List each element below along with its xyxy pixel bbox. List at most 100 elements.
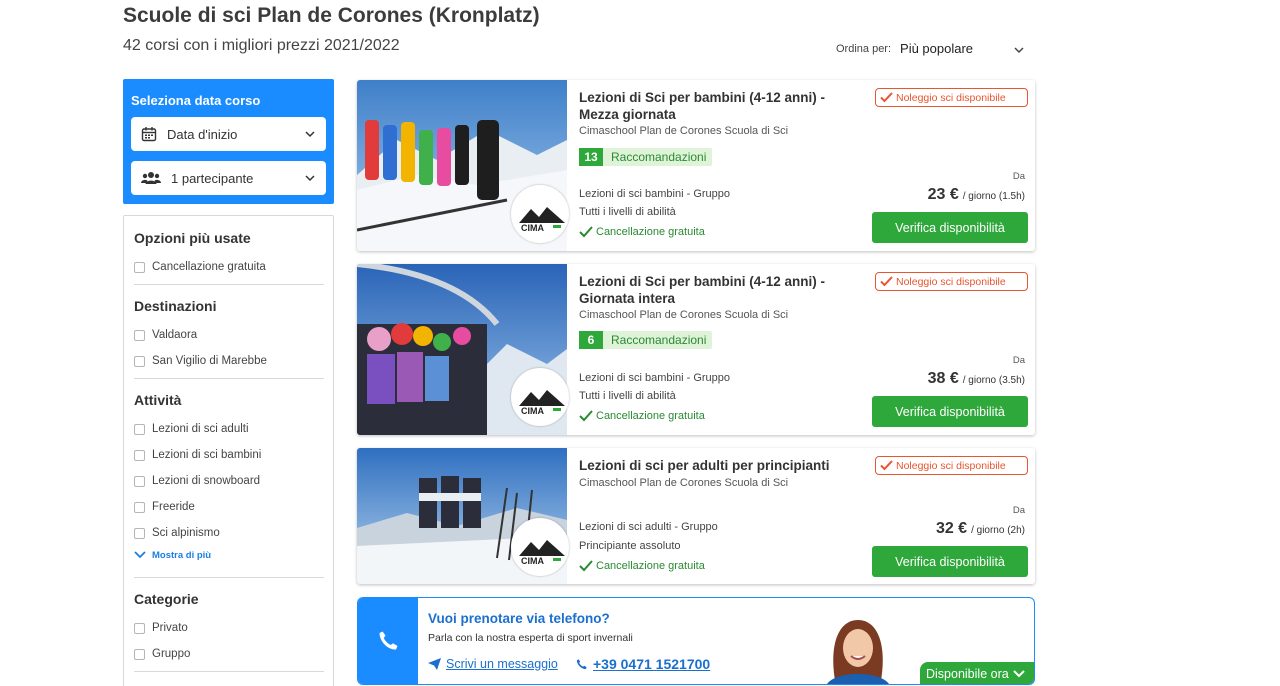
- filter-group-popular: Opzioni più usate Cancellazione gratuita: [134, 230, 324, 280]
- ski-rental-badge: Noleggio sci disponibile: [875, 456, 1028, 475]
- price-amount: 38 €: [927, 370, 959, 387]
- course-title[interactable]: Lezioni di Sci per bambini (4-12 anni) -…: [579, 273, 859, 307]
- checkbox[interactable]: [134, 449, 145, 461]
- price: 23 € / giorno (1.5h): [928, 186, 1025, 204]
- ski-rental-label: Noleggio sci disponibile: [896, 459, 1006, 472]
- recommendations-count: 6: [579, 331, 603, 349]
- chevron-down-icon: [1014, 47, 1024, 54]
- price-unit: / giorno (2h): [971, 525, 1025, 536]
- filter-option-ski-touring[interactable]: Sci alpinismo: [134, 520, 324, 546]
- filter-option-snowboard[interactable]: Lezioni di snowboard: [134, 468, 324, 494]
- filter-option-san-vigilio[interactable]: San Vigilio di Marebbe: [134, 348, 324, 374]
- checkbox[interactable]: [134, 501, 145, 513]
- sort-dropdown[interactable]: Ordina per: Più popolare: [836, 41, 1024, 56]
- filter-option-label: Privato: [152, 622, 188, 634]
- price: 32 € / giorno (2h): [936, 520, 1025, 538]
- recommendations-count: 13: [579, 148, 603, 166]
- free-cancellation: Cancellazione gratuita: [579, 410, 705, 422]
- check-icon: [579, 410, 593, 422]
- send-icon: [428, 658, 441, 670]
- participants-label: 1 partecipante: [171, 170, 254, 186]
- filter-option-label: Lezioni di sci bambini: [152, 449, 262, 461]
- filter-group-destinations: Destinazioni Valdaora San Vigilio di Mar…: [134, 298, 324, 374]
- checkbox[interactable]: [134, 423, 145, 435]
- provider-logo: CIMA: [511, 518, 569, 576]
- course-type: Lezioni di sci bambini - Gruppo: [579, 188, 731, 200]
- sort-label: Ordina per:: [836, 42, 892, 55]
- show-more-label: Mostra di più: [152, 549, 212, 561]
- check-availability-button[interactable]: Verifica disponibilità: [872, 212, 1028, 243]
- filter-option-label: Gruppo: [152, 648, 191, 660]
- filter-title: Destinazioni: [134, 298, 217, 314]
- checkbox[interactable]: [134, 261, 145, 273]
- participants-select[interactable]: 1 partecipante: [131, 161, 326, 195]
- course-type: Lezioni di sci adulti - Gruppo: [579, 521, 718, 533]
- price-amount: 32 €: [935, 520, 968, 537]
- course-provider: Cimaschool Plan de Corones Scuola di Sci: [579, 477, 789, 489]
- check-availability-button[interactable]: Verifica disponibilità: [872, 546, 1028, 577]
- check-icon: [880, 460, 893, 471]
- check-icon: [880, 92, 893, 103]
- phone-number-label: +39 0471 1521700: [593, 656, 711, 672]
- send-message-link[interactable]: Scrivi un messaggio: [428, 657, 558, 671]
- divider: [134, 671, 324, 672]
- page-title: Scuole di sci Plan de Corones (Kronplatz…: [123, 4, 540, 27]
- checkbox[interactable]: [134, 475, 145, 487]
- course-title[interactable]: Lezioni di Sci per bambini (4-12 anni) -…: [579, 89, 859, 123]
- checkbox[interactable]: [134, 527, 145, 539]
- check-availability-button[interactable]: Verifica disponibilità: [872, 396, 1028, 427]
- filter-title: Attività: [134, 392, 182, 408]
- page-subtitle: 42 corsi con i migliori prezzi 2021/2022: [123, 37, 400, 54]
- filter-option-free-cancellation[interactable]: Cancellazione gratuita: [134, 254, 324, 280]
- price-from: Da: [1012, 355, 1025, 366]
- chevron-down-icon: [134, 551, 146, 559]
- available-now-button[interactable]: Disponibile ora: [920, 662, 1034, 684]
- course-card[interactable]: CIMA Lezioni di Sci per bambini (4-12 an…: [357, 264, 1035, 435]
- svg-text:CIMA: CIMA: [521, 406, 544, 416]
- filter-option-label: Lezioni di snowboard: [152, 475, 261, 487]
- check-icon: [579, 560, 593, 572]
- ski-rental-badge: Noleggio sci disponibile: [875, 272, 1028, 291]
- price: 38 € / giorno (3.5h): [928, 370, 1025, 388]
- course-provider: Cimaschool Plan de Corones Scuola di Sci: [579, 125, 789, 137]
- filter-option-private[interactable]: Privato: [134, 615, 324, 641]
- start-date-select[interactable]: Data d'inizio: [131, 117, 326, 151]
- filter-option-kids-ski[interactable]: Lezioni di sci bambini: [134, 442, 324, 468]
- filter-option-label: Cancellazione gratuita: [152, 261, 266, 273]
- course-card[interactable]: CIMA Lezioni di Sci per bambini (4-12 an…: [357, 80, 1035, 251]
- phone-banner-title: Vuoi prenotare via telefono?: [428, 611, 610, 626]
- course-title[interactable]: Lezioni di sci per adulti per principian…: [579, 457, 859, 474]
- agent-photo: [827, 620, 889, 684]
- filters-panel: Opzioni più usate Cancellazione gratuita…: [123, 215, 334, 686]
- filter-option-freeride[interactable]: Freeride: [134, 494, 324, 520]
- checkbox[interactable]: [134, 648, 145, 660]
- filter-option-adult-ski[interactable]: Lezioni di sci adulti: [134, 416, 324, 442]
- divider: [134, 577, 324, 578]
- free-cancellation: Cancellazione gratuita: [579, 226, 705, 238]
- course-card[interactable]: CIMA Lezioni di sci per adulti per princ…: [357, 448, 1035, 584]
- checkbox[interactable]: [134, 355, 145, 367]
- chevron-down-icon: [305, 131, 315, 138]
- checkbox[interactable]: [134, 622, 145, 634]
- divider: [134, 284, 324, 285]
- divider: [134, 378, 324, 379]
- course-level: Tutti i livelli di abilità: [579, 206, 676, 218]
- filter-group-activities: Attività Lezioni di sci adulti Lezioni d…: [134, 392, 324, 564]
- phone-booking-banner: Vuoi prenotare via telefono? Parla con l…: [357, 597, 1035, 685]
- free-cancellation-label: Cancellazione gratuita: [596, 410, 705, 422]
- phone-number-link[interactable]: +39 0471 1521700: [575, 656, 710, 672]
- svg-text:CIMA: CIMA: [521, 556, 544, 566]
- recommendations-label: Raccomandazioni: [611, 333, 707, 347]
- date-selector-title: Seleziona data corso: [131, 93, 261, 108]
- price-unit: / giorno (3.5h): [962, 375, 1025, 386]
- checkbox[interactable]: [134, 329, 145, 341]
- recommendations-label: Raccomandazioni: [611, 150, 707, 164]
- sort-value[interactable]: Più popolare: [900, 41, 973, 56]
- filter-option-group[interactable]: Gruppo: [134, 641, 324, 667]
- free-cancellation: Cancellazione gratuita: [579, 560, 705, 572]
- free-cancellation-label: Cancellazione gratuita: [596, 560, 705, 572]
- phone-icon: [576, 658, 587, 669]
- price-from: Da: [1012, 505, 1025, 516]
- show-more-link[interactable]: Mostra di più: [134, 546, 324, 564]
- filter-option-valdaora[interactable]: Valdaora: [134, 322, 324, 348]
